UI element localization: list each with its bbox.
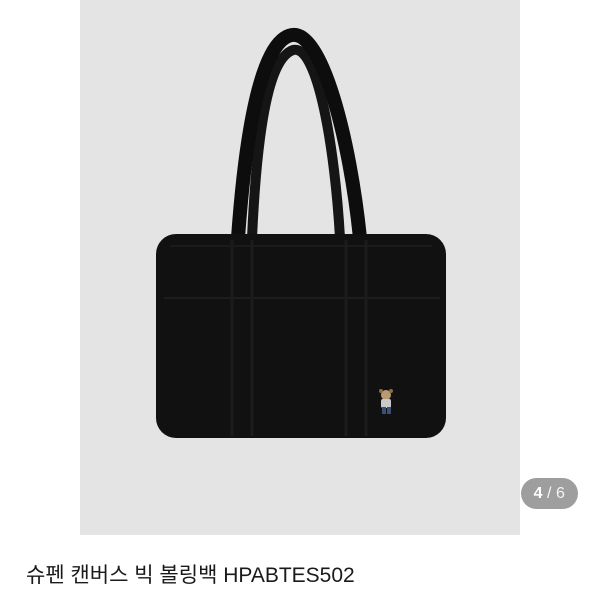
product-image[interactable]	[0, 0, 600, 535]
image-page-indicator: 4 / 6	[521, 478, 578, 509]
page-separator: /	[547, 484, 552, 502]
product-image-gallery[interactable]: 4 / 6	[0, 0, 600, 535]
current-page: 4	[533, 484, 544, 502]
product-title: 슈펜 캔버스 빅 볼링백 HPABTES502	[26, 564, 355, 587]
total-pages: 6	[555, 484, 566, 502]
bag-body	[156, 234, 446, 438]
